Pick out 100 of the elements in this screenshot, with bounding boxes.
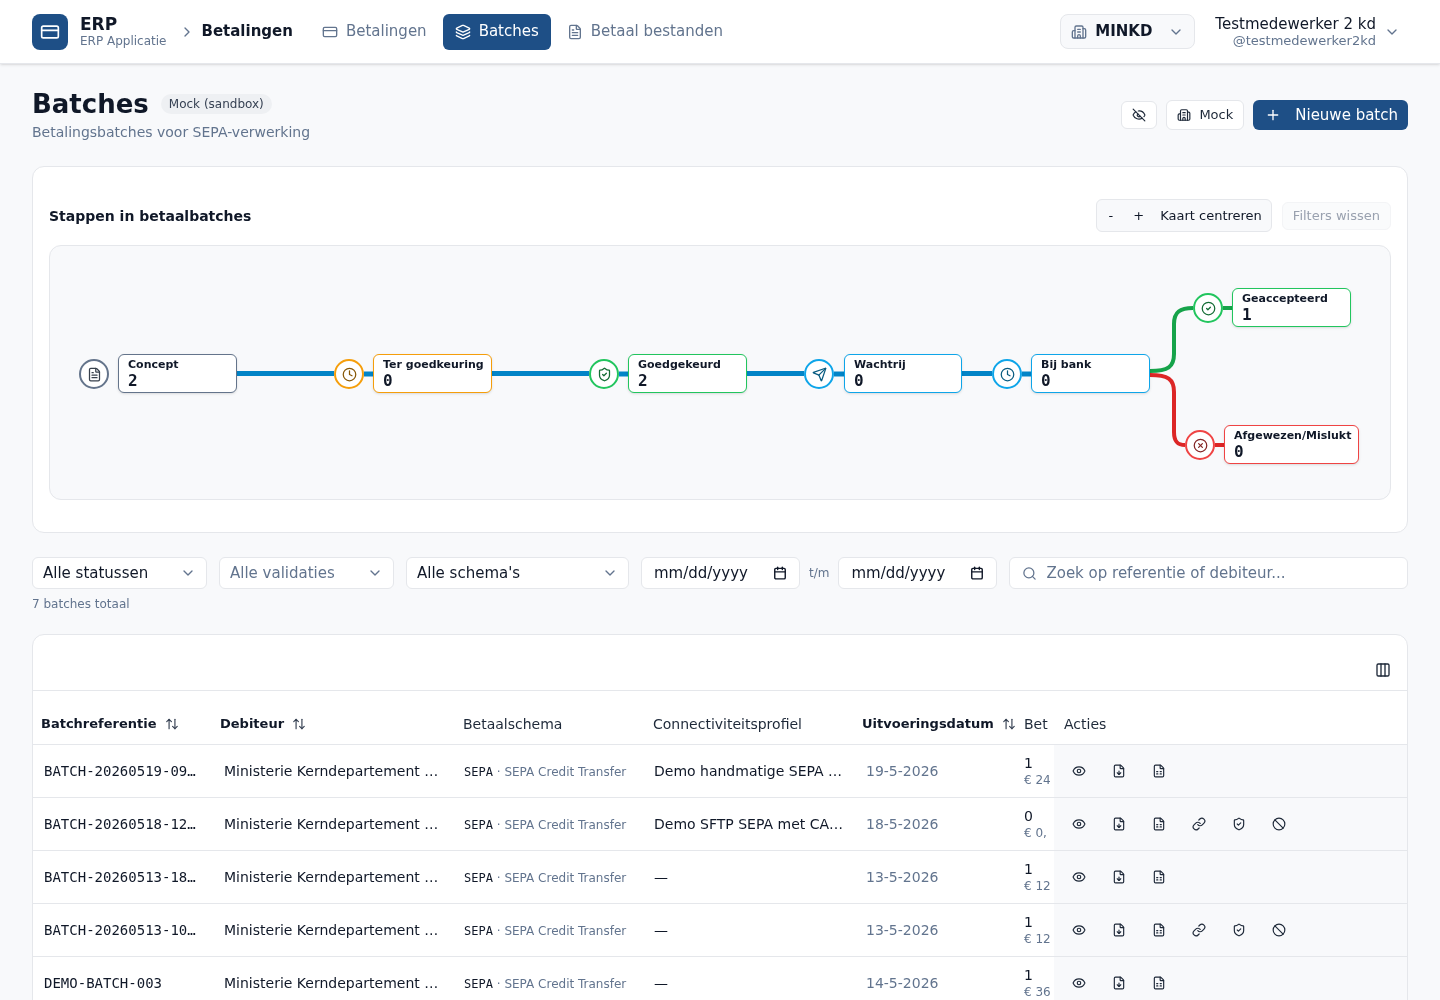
section-title: Stappen in betaalbatches [49, 206, 252, 226]
hide-button[interactable] [1121, 101, 1158, 129]
payment-count: 1 [1024, 754, 1033, 772]
stage-node[interactable]: Afgewezen/Mislukt 0 [1224, 425, 1359, 464]
connector-line [1223, 306, 1232, 310]
center-map-button[interactable]: Kaart centreren [1154, 200, 1271, 231]
stage-label: Ter goedkeuring [383, 358, 484, 372]
eye-icon [1072, 976, 1086, 990]
range-separator: t/m [809, 565, 830, 581]
file-download-icon [1112, 817, 1126, 831]
payment-amount: € 12 [1024, 931, 1051, 947]
link-icon [1192, 817, 1206, 831]
column-header[interactable]: Uitvoeringsdatum [862, 713, 1016, 734]
calendar-icon [773, 566, 787, 580]
payment-scheme: SEPA · SEPA Credit Transfer [464, 765, 627, 779]
building-icon [1177, 108, 1192, 122]
sort-icon [292, 716, 307, 731]
nav-tab[interactable]: Batches [442, 13, 551, 50]
search-icon [1022, 565, 1038, 581]
stage-node[interactable]: Goedgekeurd 2 [628, 354, 747, 393]
stage-count: 1 [1242, 306, 1252, 324]
user-handle: @testmedewerker2kd [1232, 32, 1376, 48]
column-header: Bet [1024, 715, 1048, 732]
building-icon [1071, 23, 1088, 40]
page-subtitle: Betalingsbatches voor SEPA-verwerking [32, 123, 311, 142]
connectivity-profile: — [654, 975, 668, 991]
nav-tab[interactable]: Betalingen [309, 13, 439, 50]
connector-line [1149, 306, 1194, 373]
connector-line [1022, 371, 1031, 377]
execution-date: 18-5-2026 [866, 816, 939, 832]
spreadsheet-file-icon [1152, 923, 1166, 937]
sort-icon [1001, 716, 1016, 731]
sort-icon [164, 716, 179, 731]
debtor-name: Ministerie Kerndepartement … [224, 763, 439, 779]
connector-line [364, 371, 373, 377]
column-header: Acties [1064, 715, 1107, 732]
stage-node[interactable]: Ter goedkeuring 0 [373, 354, 492, 393]
payment-amount: € 0, [1024, 825, 1047, 841]
connectivity-profile: — [654, 922, 668, 938]
calendar-icon [970, 566, 985, 580]
shield-check-icon [1232, 817, 1246, 831]
eye-icon [1072, 764, 1086, 778]
stage-label: Wachtrij [854, 358, 906, 372]
zoom-out-button[interactable]: - [1096, 200, 1124, 231]
debtor-name: Ministerie Kerndepartement … [224, 816, 439, 832]
stage-count: 0 [1041, 372, 1051, 390]
card-icon [32, 13, 68, 50]
document-icon [566, 23, 583, 40]
column-header[interactable]: Debiteur [220, 713, 307, 734]
stage-count: 0 [1234, 443, 1244, 461]
columns-button[interactable] [1375, 662, 1391, 678]
date-field[interactable]: mm/dd/yyyy [838, 557, 998, 589]
stage-node[interactable]: Wachtrij 0 [844, 354, 962, 393]
execution-date: 13-5-2026 [866, 869, 939, 885]
connector-line [962, 371, 992, 376]
payment-count: 0 [1024, 807, 1033, 825]
spreadsheet-file-icon [1152, 870, 1166, 884]
select-field[interactable]: Alle validaties [219, 557, 394, 589]
stage-node[interactable]: Geaccepteerd 1 [1232, 288, 1351, 327]
payment-count: 1 [1024, 966, 1033, 984]
connectivity-profile: — [654, 869, 668, 885]
columns-icon [1375, 662, 1391, 678]
stage-count: 2 [638, 372, 648, 390]
batch-reference: BATCH-20260513-18… [44, 869, 196, 885]
stage-count: 0 [383, 372, 393, 390]
environment-badge: Mock (sandbox) [160, 94, 272, 114]
new-batch-button[interactable]: Nieuwe batch [1253, 100, 1408, 130]
stage-node[interactable]: Bij bank 0 [1031, 354, 1150, 393]
select-field[interactable]: Alle schema's [406, 557, 629, 589]
connector-line [747, 371, 804, 376]
execution-date: 14-5-2026 [866, 975, 939, 991]
stage-node[interactable]: Concept 2 [118, 354, 237, 393]
select-field[interactable]: Alle statussen [32, 557, 207, 589]
user-name: Testmedewerker 2 kd [1215, 15, 1376, 33]
user-menu[interactable]: Testmedewerker 2 kd @testmedewerker2kd [1203, 11, 1408, 52]
batch-reference: BATCH-20260519-09… [44, 763, 196, 779]
column-header: Betaalschema [463, 715, 563, 732]
file-download-icon [1112, 976, 1126, 990]
mock-button[interactable]: Mock [1166, 100, 1245, 130]
column-header: Connectiviteitsprofiel [653, 715, 802, 732]
payment-scheme: SEPA · SEPA Credit Transfer [464, 977, 627, 991]
eye-off-icon [1132, 108, 1147, 122]
stage-count: 2 [128, 372, 138, 390]
payment-amount: € 24 [1024, 772, 1051, 788]
zoom-in-button[interactable]: + [1123, 200, 1155, 231]
app-name: ERP [80, 14, 118, 34]
column-header[interactable]: Batchreferentie [41, 713, 179, 734]
debtor-name: Ministerie Kerndepartement … [224, 975, 439, 991]
app-subtitle: ERP Applicatie [80, 33, 167, 49]
execution-date: 13-5-2026 [866, 922, 939, 938]
eye-icon [1072, 817, 1086, 831]
date-field[interactable]: mm/dd/yyyy [641, 557, 800, 589]
file-download-icon [1112, 923, 1126, 937]
search-field[interactable]: Zoek op referentie of debiteur... [1009, 557, 1408, 589]
connector-line [619, 371, 628, 377]
nav-tab[interactable]: Betaal bestanden [554, 13, 735, 50]
stage-label: Goedgekeurd [638, 358, 721, 372]
connectivity-profile: Demo handmatige SEPA … [654, 763, 843, 779]
organization-switcher[interactable]: MINKD [1060, 14, 1196, 49]
page-title: Batches [32, 88, 149, 120]
